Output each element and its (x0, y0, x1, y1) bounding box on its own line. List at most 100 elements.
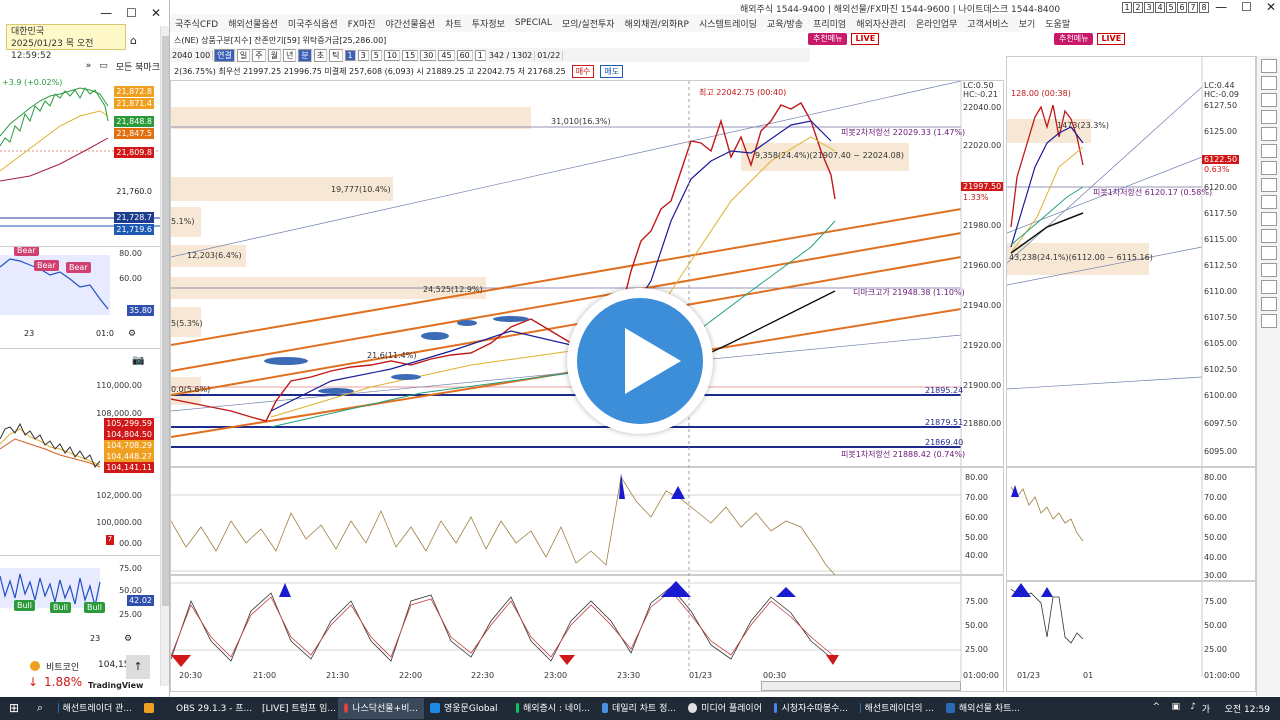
workspace-3[interactable]: 3 (1144, 2, 1154, 13)
workspace-4[interactable]: 4 (1155, 2, 1165, 13)
minimize-icon[interactable]: — (1215, 0, 1227, 14)
ime-indicator[interactable]: 가 (1202, 702, 1210, 715)
symbol-code[interactable]: 2040 100 (170, 50, 214, 60)
maximize-icon[interactable]: ☐ (126, 6, 137, 20)
maximize-icon[interactable]: ☐ (1241, 0, 1252, 14)
settings-icon[interactable]: ⚙ (128, 329, 136, 339)
lock-tool-icon[interactable] (1261, 314, 1277, 328)
buy-button[interactable]: 매수 (571, 64, 595, 78)
sell-button[interactable]: 매도 (600, 64, 624, 78)
chart-scrollbar[interactable] (761, 681, 961, 691)
scroll-top-icon[interactable]: ↑ (126, 655, 150, 679)
menu-item[interactable]: 교육/방송 (762, 17, 808, 30)
interval-30[interactable]: 30 (420, 49, 437, 61)
taskbar-app-1[interactable]: 해선트레이더 관... (52, 698, 138, 719)
text-tool-icon[interactable] (1261, 178, 1277, 192)
taskbar-app-4[interactable]: [LIVE] 트럼프 임... (252, 698, 338, 719)
settings-icon-2[interactable]: ⚙ (124, 634, 132, 644)
workspace-5[interactable]: 5 (1166, 2, 1176, 13)
taskbar-app-10[interactable]: 시청자수따봉수... (768, 698, 854, 719)
menu-item[interactable]: 미국주식옵션 (283, 17, 343, 30)
taskbar-app-12[interactable]: 해외선물 차트... (940, 698, 1026, 719)
taskbar-clock[interactable]: 오전 12:59 (1225, 702, 1270, 715)
magnet-tool-icon[interactable] (1261, 263, 1277, 277)
workspace-8[interactable]: 8 (1199, 2, 1209, 13)
menu-item[interactable]: 모의/실전투자 (557, 17, 620, 30)
close-icon[interactable]: ✕ (151, 6, 161, 20)
delete-tool-icon[interactable] (1261, 246, 1277, 260)
interval-60[interactable]: 60 (456, 49, 473, 61)
type-year[interactable]: 년 (283, 48, 297, 62)
tray-chevron-icon[interactable]: ^ (1152, 702, 1160, 712)
workspace-6[interactable]: 6 (1177, 2, 1187, 13)
type-minute[interactable]: 분 (298, 48, 312, 62)
menu-item[interactable]: 시스템트레이딩 (694, 17, 762, 30)
side-panel-scrollbar[interactable] (160, 26, 169, 686)
menu-item[interactable]: 해외자산관리 (851, 17, 911, 30)
video-play-button[interactable] (567, 288, 713, 434)
menu-item[interactable]: 도움말 (1040, 17, 1075, 30)
network-icon[interactable]: ▣ (1171, 702, 1180, 712)
recommend-menu-button[interactable]: 추천메뉴 (808, 33, 848, 45)
menu-item[interactable]: 프리미엄 (808, 17, 851, 30)
date-picker[interactable]: 01/22 (535, 50, 564, 60)
interval-45[interactable]: 45 (438, 49, 455, 61)
workspace-2[interactable]: 2 (1133, 2, 1143, 13)
interval-3[interactable]: 3 (357, 49, 369, 61)
menu-item[interactable]: 보기 (1014, 17, 1041, 30)
menu-item[interactable]: 투자정보 (467, 17, 510, 30)
taskbar-app-9[interactable]: 미디어 플레이어 (682, 698, 768, 719)
taskbar-app-11[interactable]: 해선트레이더의 ... (854, 698, 940, 719)
taskbar-app-2[interactable] (138, 698, 166, 719)
menu-item[interactable]: SPECIAL (510, 18, 557, 28)
fib-tool-icon[interactable] (1261, 161, 1277, 175)
cursor-tool-icon[interactable] (1261, 59, 1277, 73)
btc-ticker[interactable]: 비트코인 104,150.92 ↓ 1.88% TradingView ↑ (0, 655, 160, 697)
interval-5[interactable]: 5 (370, 49, 382, 61)
secondary-price-chart[interactable]: 128.00 (00:38) 1473(23.3%) 43,238(24.1%)… (1006, 56, 1256, 692)
menu-item[interactable]: 해외채권/외화RP (620, 17, 694, 30)
arrow-tool-icon[interactable] (1261, 229, 1277, 243)
workspace-7[interactable]: 7 (1188, 2, 1198, 13)
ellipse-tool-icon[interactable] (1261, 212, 1277, 226)
expand-icon[interactable]: » (86, 61, 92, 71)
taskbar-app-6[interactable]: 영웅문Global (424, 698, 510, 719)
extension-icon[interactable]: ⌂ (130, 34, 137, 47)
close-icon[interactable]: ✕ (1266, 0, 1276, 14)
zoom-tool-icon[interactable] (1261, 280, 1277, 294)
taskbar-app-5[interactable]: 나스닥선물+비... (338, 698, 424, 719)
taskbar-app-8[interactable]: 데일리 차트 정... (596, 698, 682, 719)
hline-tool-icon[interactable] (1261, 110, 1277, 124)
live-button[interactable]: LIVE (851, 33, 880, 45)
taskbar-app-7[interactable]: 해외증시 : 네이... (510, 698, 596, 719)
recommend-menu-button-2[interactable]: 추천메뉴 (1054, 33, 1094, 45)
menu-item[interactable]: 온라인업무 (911, 17, 962, 30)
type-week[interactable]: 주 (252, 48, 266, 62)
interval-15[interactable]: 15 (402, 49, 419, 61)
type-connected[interactable]: 연결 (214, 48, 235, 62)
search-icon[interactable]: ⌕ (28, 698, 52, 719)
workspace-1[interactable]: 1 (1122, 2, 1132, 13)
crosshair-tool-icon[interactable] (1261, 76, 1277, 90)
vline-tool-icon[interactable] (1261, 127, 1277, 141)
menu-item[interactable]: 국주식CFD (170, 17, 223, 30)
interval-1[interactable]: 1 (344, 49, 356, 61)
type-tick[interactable]: 틱 (329, 48, 343, 62)
menu-item[interactable]: 야간선물옵션 (381, 17, 441, 30)
rect-tool-icon[interactable] (1261, 195, 1277, 209)
count-input[interactable]: 1 (474, 49, 486, 61)
taskbar-app-3[interactable]: OBS 29.1.3 - 프... (166, 698, 252, 719)
type-month[interactable]: 월 (267, 48, 282, 62)
menu-item[interactable]: 고객서비스 (962, 17, 1013, 30)
trendline-tool-icon[interactable] (1261, 93, 1277, 107)
volume-icon[interactable]: ♪ (1190, 702, 1196, 712)
start-icon[interactable]: ⊞ (0, 698, 28, 719)
menu-item[interactable]: 차트 (440, 17, 467, 30)
interval-10[interactable]: 10 (383, 49, 400, 61)
menu-item[interactable]: 해외선물옵션 (223, 17, 283, 30)
menu-item[interactable]: FX마진 (343, 17, 381, 30)
channel-tool-icon[interactable] (1261, 144, 1277, 158)
type-day[interactable]: 일 (236, 48, 251, 62)
ruler-tool-icon[interactable] (1261, 297, 1277, 311)
minimize-icon[interactable]: — (100, 6, 112, 20)
